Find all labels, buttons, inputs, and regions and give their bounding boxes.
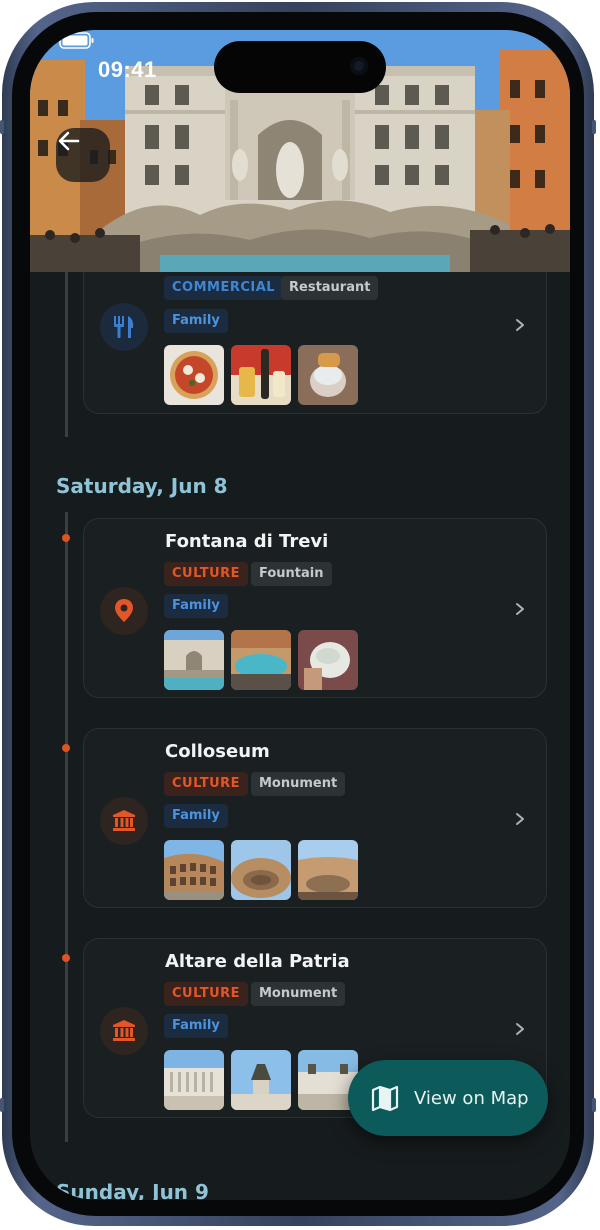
status-time: 09:41 xyxy=(98,57,157,82)
place-icon-badge xyxy=(100,587,148,635)
chevron-right-icon xyxy=(516,1023,524,1035)
subcategory-tag: Fountain xyxy=(251,562,332,586)
subcategory-tag: Restaurant xyxy=(281,276,379,300)
place-icon-badge xyxy=(100,797,148,845)
side-button xyxy=(592,120,596,134)
view-on-map-label: View on Map xyxy=(414,1087,529,1109)
map-icon xyxy=(371,1085,399,1112)
category-tag: CULTURE xyxy=(164,562,249,586)
audience-tag: Family xyxy=(164,309,228,333)
back-button[interactable] xyxy=(56,128,110,182)
day-header: Saturday, Jun 8 xyxy=(56,474,228,498)
place-title: Altare della Patria xyxy=(165,951,350,972)
dynamic-island xyxy=(214,41,386,93)
side-button xyxy=(0,1098,4,1112)
place-card[interactable]: Fontana di Trevi CULTURE Fountain Family xyxy=(83,518,547,698)
thumbnail-colosseum-arena[interactable] xyxy=(231,840,291,900)
place-title: Fontana di Trevi xyxy=(165,531,329,552)
side-button xyxy=(0,120,4,134)
museum-icon xyxy=(113,1020,135,1041)
category-tag: CULTURE xyxy=(164,772,249,796)
app-screen: 09:41 COMMERCIAL Restaurant Family Satur… xyxy=(30,30,570,1200)
place-card[interactable]: Colloseum CULTURE Monument Family xyxy=(83,728,547,908)
timeline-dot xyxy=(62,744,70,752)
arrow-left-icon xyxy=(58,131,80,151)
timeline-dot xyxy=(62,954,70,962)
subcategory-tag: Monument xyxy=(251,982,346,1006)
battery-icon xyxy=(59,32,94,49)
category-tag: CULTURE xyxy=(164,982,249,1006)
timeline-line xyxy=(65,272,68,437)
thumbnail-vittoriano-statue[interactable] xyxy=(231,1050,291,1110)
view-on-map-button[interactable]: View on Map xyxy=(348,1060,548,1136)
timeline-dot xyxy=(62,534,70,542)
audience-tag: Family xyxy=(164,1014,228,1038)
chevron-right-icon xyxy=(516,813,524,825)
map-pin-icon xyxy=(115,599,133,622)
subcategory-tag: Monument xyxy=(251,772,346,796)
thumbnail-colosseum-inside[interactable] xyxy=(298,840,358,900)
audience-tag: Family xyxy=(164,594,228,618)
thumbnail-gelato[interactable] xyxy=(298,345,358,405)
day-header: Sunday, Jun 9 xyxy=(56,1180,209,1200)
place-icon-badge xyxy=(100,303,148,351)
place-icon-badge xyxy=(100,1007,148,1055)
thumbnail-gelato-cup[interactable] xyxy=(298,630,358,690)
thumbnail-pizza[interactable] xyxy=(164,345,224,405)
hero-image: 09:41 xyxy=(30,30,570,272)
category-tag: COMMERCIAL xyxy=(164,276,284,300)
utensils-icon xyxy=(114,316,134,338)
thumbnail-drinks[interactable] xyxy=(231,345,291,405)
thumbnail-vittoriano-front[interactable] xyxy=(164,1050,224,1110)
chevron-right-icon xyxy=(516,603,524,615)
wifi-icon xyxy=(30,32,50,48)
thumbnail-colosseum-exterior[interactable] xyxy=(164,840,224,900)
audience-tag: Family xyxy=(164,804,228,828)
status-icons xyxy=(30,32,94,49)
museum-icon xyxy=(113,810,135,831)
chevron-right-icon xyxy=(516,319,524,331)
thumbnail-trevi-fountain[interactable] xyxy=(164,630,224,690)
front-camera xyxy=(350,57,368,75)
side-button xyxy=(592,1098,596,1112)
place-title: Colloseum xyxy=(165,741,270,762)
thumbnail-trevi-crowd[interactable] xyxy=(231,630,291,690)
timeline-line xyxy=(65,512,68,1142)
